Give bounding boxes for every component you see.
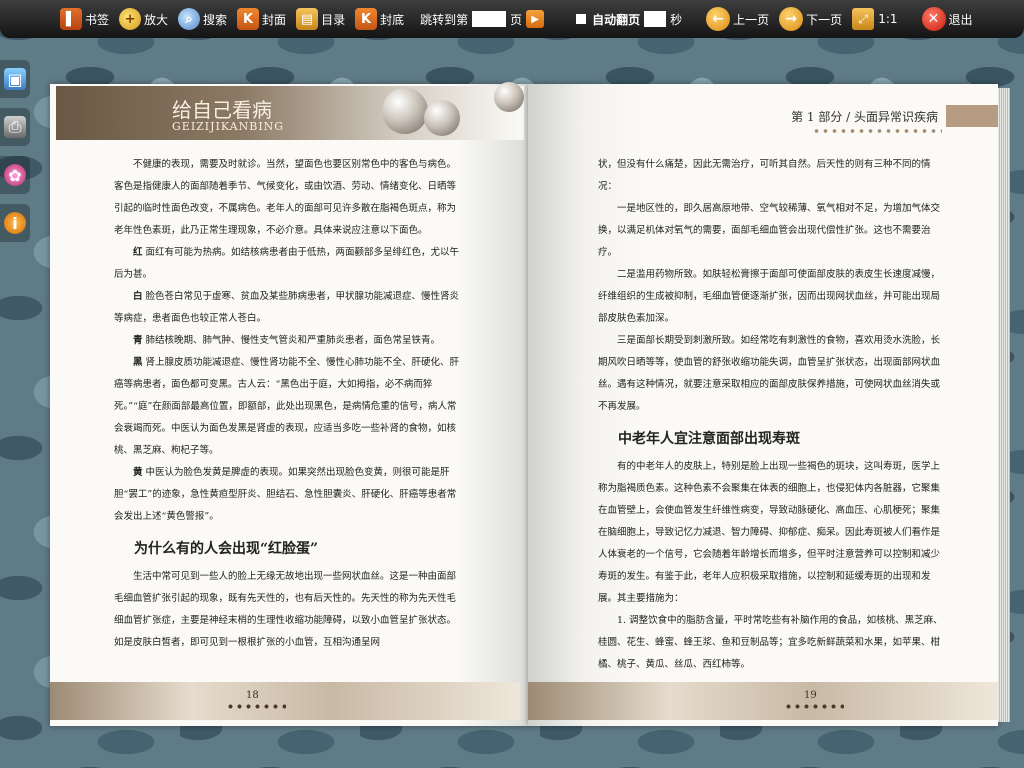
paragraph: 红 面红有可能为热病。如结核病患者由于低热，两面颧部多呈绯红色，尤以午后为甚。 — [114, 247, 460, 280]
front-cover-button[interactable]: K 封面 — [237, 8, 286, 30]
back-cover-label: 封底 — [380, 12, 405, 27]
zoom-in-icon: + — [119, 8, 142, 30]
bookmark-button[interactable]: ▌ 书签 — [60, 8, 109, 30]
info-button[interactable]: i — [0, 204, 30, 242]
auto-flip: 自动翻页 秒 — [554, 11, 682, 28]
paragraph: 生活中常可见到一些人的脸上无缘无故地出现一些网状血丝。这是一种由面部毛细血管扩张… — [114, 571, 457, 648]
jump-page-input[interactable] — [472, 11, 507, 27]
left-page-header: 给自己看病 GEIZIJIKANBING — [56, 82, 524, 140]
search-icon: ⌕ — [178, 8, 201, 30]
paragraph: 黑 肾上腺皮质功能减退症、慢性肾功能不全、慢性心肺功能不全、肝硬化、肝癌等病患者… — [114, 357, 460, 456]
paragraph: 青 肺结核晚期、肺气肿、慢性支气管炎和严重肺炎患者，面色常呈铁青。 — [133, 335, 441, 346]
thumbnail-button[interactable]: ▣ — [0, 60, 30, 98]
left-page-footer: 18 — [50, 682, 520, 720]
book-subtitle: GEIZIJIKANBING — [172, 120, 285, 133]
zoom-button[interactable]: + 放大 — [119, 8, 168, 30]
paragraph: 有的中老年人的皮肤上，特别是脸上出现一些褐色的斑块，这叫寿斑，医学上称为脂褐质色… — [598, 461, 941, 604]
book-title: 给自己看病 — [172, 98, 272, 122]
dots-decoration — [784, 704, 844, 709]
book-viewer: 给自己看病 GEIZIJIKANBING 不健康的表现，需要及时就诊。当然，望面… — [50, 82, 1010, 726]
play-icon: ▶ — [531, 13, 539, 25]
pearl-decoration — [494, 82, 524, 112]
zoom-label: 放大 — [144, 12, 169, 27]
auto-flip-checkbox[interactable] — [576, 14, 587, 24]
jump-suffix-label: 页 — [510, 12, 523, 27]
close-icon: ✕ — [921, 7, 946, 31]
actual-size-button[interactable]: ⤢ 1:1 — [852, 8, 898, 30]
arrow-right-icon: → — [779, 7, 804, 31]
toolbar: ▌ 书签 + 放大 ⌕ 搜索 K 封面 ▤ 目录 K 封底 跳转到第 页 ▶ 自… — [0, 0, 1024, 38]
gear-icon: ✿ — [4, 164, 26, 186]
paragraph: 不健康的表现，需要及时就诊。当然，望面色也要区别常色中的客色与病色。客色是指健康… — [114, 159, 457, 236]
exit-label: 退出 — [948, 12, 973, 27]
right-page[interactable]: 第 1 部分 / 头面异常识疾病 状，但没有什么痛楚，因此无需治疗，可听其自然。… — [528, 84, 998, 726]
next-page-label: 下一页 — [806, 12, 843, 27]
pearl-decoration — [424, 100, 460, 136]
dots-decoration — [226, 704, 286, 709]
page-number: 19 — [804, 690, 817, 701]
right-page-header: 第 1 部分 / 头面异常识疾病 — [791, 104, 998, 128]
fit-icon: ⤢ — [852, 8, 875, 30]
bookmark-icon: ▌ — [60, 8, 82, 30]
paragraph: 白 脸色苍白常见于虚寒、贫血及某些肺病患者，甲状腺功能减退症、慢性肾炎等病症，患… — [114, 291, 460, 324]
back-cover-button[interactable]: K 封底 — [355, 8, 404, 30]
section-heading: 中老年人宜注意面部出现寿斑 — [618, 431, 800, 447]
bookmark-label: 书签 — [85, 12, 110, 27]
jump-to-page: 跳转到第 页 ▶ — [420, 10, 545, 28]
go-button[interactable]: ▶ — [526, 10, 545, 28]
settings-button[interactable]: ✿ — [0, 156, 30, 194]
search-label: 搜索 — [203, 12, 228, 27]
toc-label: 目录 — [321, 12, 346, 27]
side-toolbar: ▣ ⎙ ✿ i — [0, 60, 32, 252]
left-page[interactable]: 给自己看病 GEIZIJIKANBING 不健康的表现，需要及时就诊。当然，望面… — [50, 82, 528, 726]
page-number: 18 — [246, 690, 259, 701]
pearl-decoration — [382, 88, 428, 134]
jump-prefix-label: 跳转到第 — [420, 12, 469, 27]
right-page-body: 状，但没有什么痛楚，因此无需治疗，可听其自然。后天性的则有三种不同的情况： 一是… — [598, 154, 946, 676]
section-heading: 为什么有的人会出现“红脸蛋” — [134, 541, 319, 557]
prev-page-label: 上一页 — [733, 12, 770, 27]
seconds-label: 秒 — [670, 12, 683, 27]
first-page-icon: K — [237, 8, 260, 30]
last-page-icon: K — [355, 8, 378, 30]
prev-page-button[interactable]: ← 上一页 — [706, 7, 769, 31]
ratio-label: 1:1 — [878, 12, 898, 26]
picture-icon: ▣ — [4, 68, 26, 90]
paragraph: 1. 调整饮食中的脂肪含量，平时常吃些有补脑作用的食品，如核桃、黑芝麻、桂圆、花… — [598, 615, 943, 670]
paragraph: 三是面部长期受到刺激所致。如经常吃有刺激性的食物，喜欢用烫水洗脸，长期风吹日晒等… — [598, 335, 941, 412]
dots-decoration — [812, 129, 942, 133]
info-icon: i — [4, 212, 26, 234]
paragraph: 一是地区性的，即久居高原地带、空气较稀薄、氧气相对不足，为增加气体交换，以满足机… — [598, 203, 941, 258]
right-page-footer: 19 — [528, 682, 998, 720]
paragraph: 黄 中医认为脸色发黄是脾虚的表现。如果突然出现脸色变黄，则很可能是肝胆“罢工”的… — [114, 467, 457, 522]
print-button[interactable]: ⎙ — [0, 108, 30, 146]
left-page-body: 不健康的表现，需要及时就诊。当然，望面色也要区别常色中的客色与病色。客色是指健康… — [114, 154, 460, 654]
arrow-left-icon: ← — [706, 7, 731, 31]
next-page-button[interactable]: → 下一页 — [779, 7, 842, 31]
page-stack-edge — [998, 88, 1010, 722]
book-icon: ▤ — [296, 8, 319, 30]
toc-button[interactable]: ▤ 目录 — [296, 8, 345, 30]
auto-flip-seconds-input[interactable] — [644, 11, 667, 27]
search-button[interactable]: ⌕ 搜索 — [178, 8, 227, 30]
chapter-title: 第 1 部分 / 头面异常识疾病 — [791, 109, 938, 124]
paragraph: 状，但没有什么痛楚，因此无需治疗，可听其自然。后天性的则有三种不同的情况： — [598, 159, 931, 192]
printer-icon: ⎙ — [4, 116, 26, 138]
auto-flip-label: 自动翻页 — [592, 12, 641, 27]
exit-button[interactable]: ✕ 退出 — [921, 7, 973, 31]
front-cover-label: 封面 — [262, 12, 287, 27]
header-bar-decoration — [946, 105, 998, 127]
paragraph: 二是滥用药物所致。如肤轻松膏擦于面部可使面部皮肤的表皮生长速度减慢，纤维组织的生… — [598, 269, 941, 324]
